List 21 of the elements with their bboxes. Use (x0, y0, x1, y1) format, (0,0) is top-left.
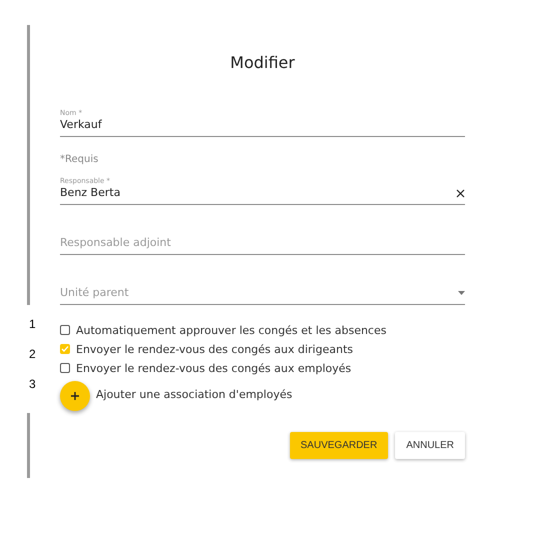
required-note: *Requis (60, 154, 100, 166)
checkbox-label[interactable]: Envoyer le rendez-vous des congés aux dirigeants (76, 342, 353, 356)
dropdown-icon[interactable] (458, 291, 465, 295)
checkbox-label[interactable]: Automatiquement approuver les congés et les absences (76, 324, 386, 336)
checkbox-label[interactable]: Envoyer le rendez-vous des congés aux employés (76, 362, 352, 374)
field-value: Verkauf (60, 118, 102, 132)
row-number: 2 (29, 347, 37, 363)
field-value: Benz Berta (60, 186, 120, 200)
checkbox[interactable] (60, 363, 70, 373)
save-button[interactable]: SAUVEGARDER (290, 432, 388, 459)
row-number: 3 (29, 377, 37, 393)
field-placeholder: Unité parent (60, 286, 129, 300)
cancel-button[interactable]: ANNULER (395, 432, 465, 459)
checkbox[interactable] (60, 325, 70, 335)
add-label: Ajouter une association d'employés (96, 388, 292, 401)
plus-icon (70, 391, 80, 401)
close-icon[interactable] (456, 188, 465, 198)
dialog-title: Modifier (229, 53, 296, 73)
field-placeholder: Responsable adjoint (60, 236, 171, 250)
row-number: 1 (29, 317, 37, 333)
add-button[interactable] (60, 381, 90, 411)
